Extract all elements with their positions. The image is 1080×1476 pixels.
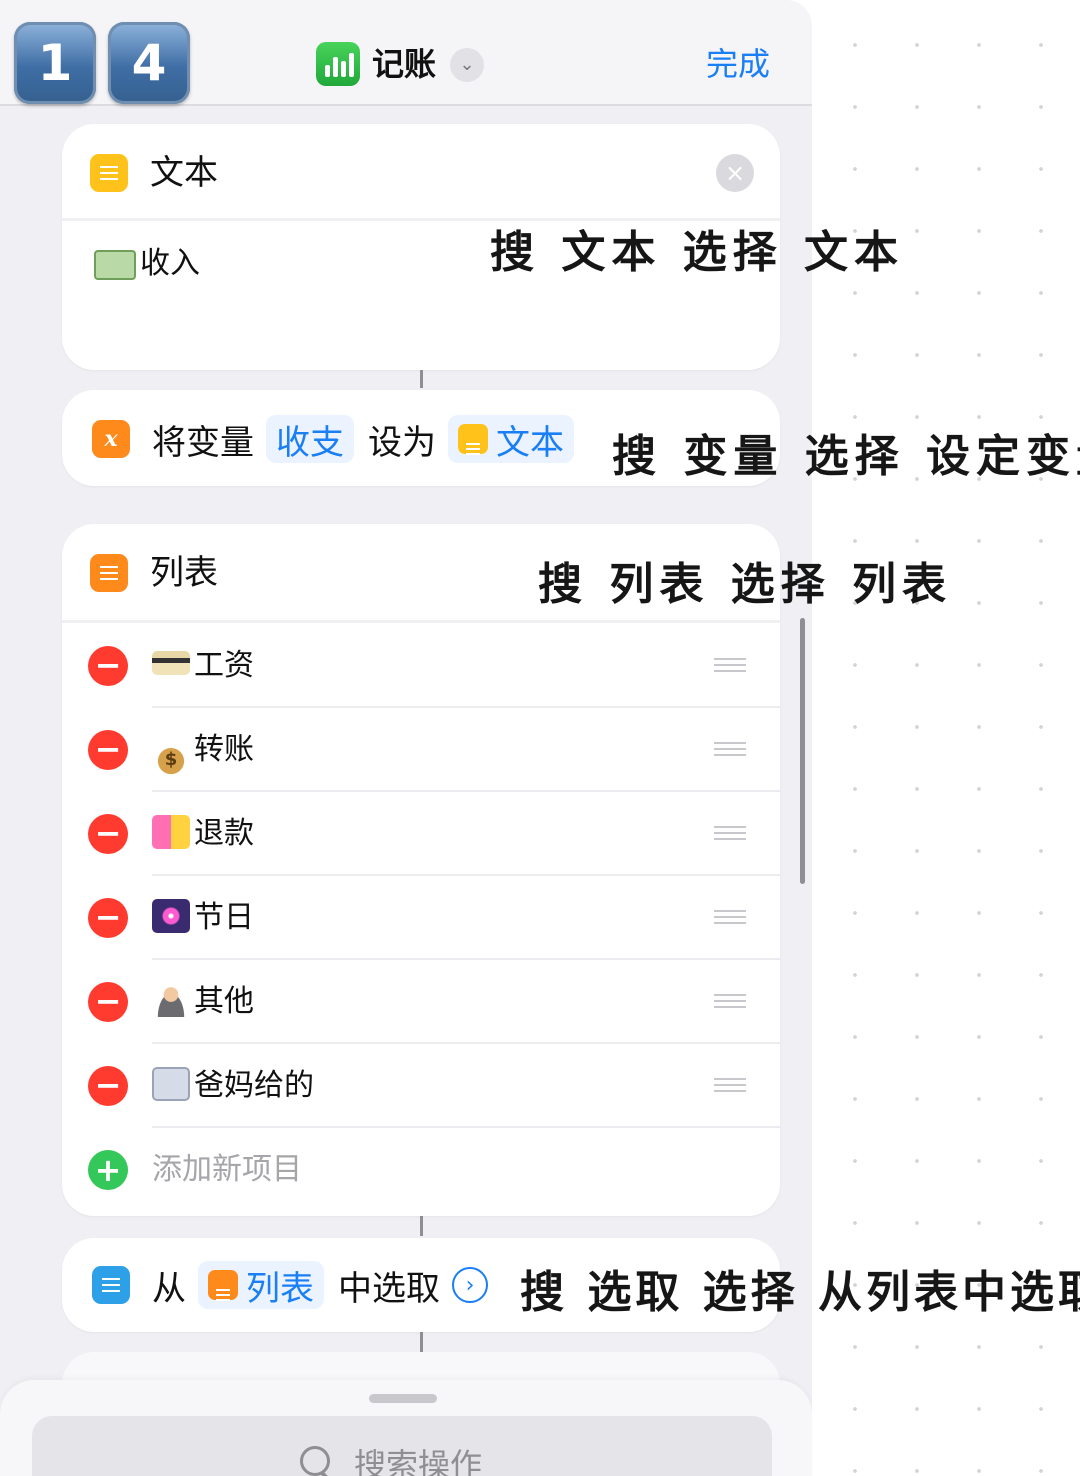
- shortcut-name[interactable]: 记账: [372, 42, 436, 86]
- set-variable-middle: 设为: [368, 422, 436, 463]
- reorder-handle-icon[interactable]: [714, 742, 746, 756]
- delete-item-button[interactable]: −: [88, 898, 128, 938]
- list-token-icon: [208, 1270, 238, 1301]
- text-action-title: 文本: [150, 153, 218, 193]
- list-item-text: 其他: [152, 980, 254, 1024]
- done-button[interactable]: 完成: [706, 42, 770, 86]
- text-action-icon: [90, 154, 128, 192]
- search-placeholder: 搜索操作: [354, 1446, 483, 1476]
- connector-line: [420, 1216, 423, 1236]
- list-token[interactable]: 列表: [198, 1261, 324, 1309]
- variable-name-label: 收支: [276, 422, 344, 463]
- reorder-handle-icon[interactable]: [714, 658, 746, 672]
- list-item[interactable]: − 工资: [62, 624, 780, 708]
- choose-prefix: 从: [152, 1268, 186, 1309]
- search-input[interactable]: 搜索操作: [32, 1416, 772, 1476]
- sheet-grabber[interactable]: [369, 1394, 437, 1403]
- choose-from-list-row: 从 列表 中选取 ›: [92, 1238, 488, 1332]
- list-action-card[interactable]: 列表 − 工资 − $ 转账 − 退款 − 节日 − 其他 − 爸妈给的 + 添…: [62, 524, 780, 1216]
- annotation-text-tip: 搜 文本 选择 文本: [490, 227, 904, 278]
- list-item-text: 节日: [152, 896, 254, 940]
- text-value-label: 文本: [496, 422, 564, 463]
- list-item-text: 工资: [152, 644, 254, 688]
- scrollbar[interactable]: [800, 618, 805, 884]
- list-item[interactable]: − $ 转账: [62, 708, 780, 792]
- delete-item-button[interactable]: −: [88, 982, 128, 1022]
- list-action-title: 列表: [150, 553, 218, 593]
- annotation-list-tip: 搜 列表 选择 列表: [538, 559, 952, 610]
- shopping-bags-icon: [152, 815, 190, 849]
- add-item-row[interactable]: + 添加新项目: [62, 1128, 780, 1212]
- keycap-one: 1: [14, 22, 96, 104]
- list-token-label: 列表: [246, 1268, 314, 1309]
- chevron-down-icon[interactable]: ⌄: [450, 48, 484, 82]
- actions-sheet[interactable]: 搜索操作: [0, 1380, 812, 1476]
- text-token-icon: [458, 424, 488, 455]
- card-divider: [62, 620, 780, 623]
- set-variable-row: x 将变量 收支 设为 文本: [92, 390, 588, 488]
- add-item-label[interactable]: 添加新项目: [152, 1148, 302, 1192]
- numbers-app-icon[interactable]: [316, 42, 360, 86]
- variable-name-token[interactable]: 收支: [266, 415, 354, 463]
- reorder-handle-icon[interactable]: [714, 1078, 746, 1092]
- list-item-text: $ 转账: [152, 728, 254, 774]
- delete-item-button[interactable]: −: [88, 730, 128, 770]
- list-item-label: 节日: [194, 900, 254, 935]
- text-content-value: 收入: [140, 246, 200, 281]
- money-emoji-icon: [94, 249, 136, 280]
- fireworks-icon: [152, 899, 190, 933]
- reorder-handle-icon[interactable]: [714, 910, 746, 924]
- keycap-four: 4: [108, 22, 190, 104]
- reorder-handle-icon[interactable]: [714, 994, 746, 1008]
- list-item-label: 工资: [194, 648, 254, 683]
- connector-line: [420, 370, 423, 388]
- list-item-label: 退款: [194, 816, 254, 851]
- nav-bar: 1 4 记账 ⌄ 完成: [0, 0, 812, 106]
- list-item-label: 转账: [194, 732, 254, 767]
- list-item[interactable]: − 退款: [62, 792, 780, 876]
- list-action-icon: [90, 554, 128, 592]
- family-icon: [152, 1067, 190, 1101]
- list-item-label: 爸妈给的: [194, 1068, 314, 1103]
- choose-list-icon: [92, 1266, 130, 1304]
- person-icon: [152, 983, 190, 1017]
- set-variable-prefix: 将变量: [152, 422, 254, 463]
- chevron-right-icon[interactable]: ›: [452, 1267, 488, 1303]
- credit-card-icon: [152, 651, 190, 675]
- connector-line: [420, 1332, 423, 1352]
- delete-item-button[interactable]: −: [88, 814, 128, 854]
- annotation-choose-tip: 搜 选取 选择 从列表中选取: [520, 1267, 1080, 1318]
- variable-icon: x: [92, 420, 130, 458]
- list-item[interactable]: − 其他: [62, 960, 780, 1044]
- text-value-token[interactable]: 文本: [448, 415, 574, 463]
- list-item-text: 退款: [152, 812, 254, 856]
- text-content-field[interactable]: 收入: [94, 244, 200, 284]
- reorder-handle-icon[interactable]: [714, 826, 746, 840]
- money-bag-icon: $: [152, 740, 190, 774]
- choose-suffix: 中选取: [338, 1268, 440, 1309]
- close-icon[interactable]: ×: [716, 154, 754, 192]
- list-item-label: 其他: [194, 984, 254, 1019]
- list-item[interactable]: − 节日: [62, 876, 780, 960]
- list-item[interactable]: − 爸妈给的: [62, 1044, 780, 1128]
- add-item-button[interactable]: +: [88, 1150, 128, 1190]
- delete-item-button[interactable]: −: [88, 646, 128, 686]
- annotation-variable-tip: 搜 变量 选择 设定变量: [612, 431, 1080, 482]
- list-item-text: 爸妈给的: [152, 1064, 314, 1108]
- delete-item-button[interactable]: −: [88, 1066, 128, 1106]
